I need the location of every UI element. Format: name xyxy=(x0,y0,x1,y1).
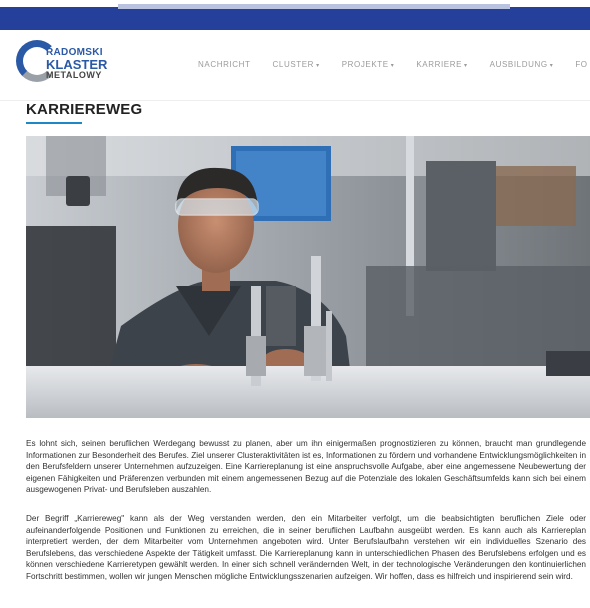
top-bar-highlight xyxy=(118,4,510,9)
nav-item-projekte[interactable]: PROJEKTE ▾ xyxy=(342,58,395,72)
main-navigation: NACHRICHT CLUSTER ▾ PROJEKTE ▾ KARRIERE ▾ A… xyxy=(198,58,590,72)
nav-item-karriere[interactable]: KARRIERE ▾ xyxy=(416,58,467,72)
nav-item-label: KARRIERE xyxy=(416,60,463,69)
nav-item-label: FO xyxy=(575,60,588,69)
hero-image xyxy=(26,136,590,418)
site-logo[interactable]: RADOMSKI KLASTER METALOWY xyxy=(16,37,107,89)
worker-lab-photo-icon xyxy=(26,136,590,418)
page-title: KARRIEREWEG xyxy=(26,101,143,118)
nav-item-ausbildung[interactable]: AUSBILDUNG ▾ xyxy=(490,58,554,72)
nav-item-nachricht[interactable]: NACHRICHT xyxy=(198,58,251,72)
title-underline xyxy=(26,122,82,124)
nav-item-label: PROJEKTE xyxy=(341,60,389,69)
logo-text-line3: METALOWY xyxy=(46,70,102,80)
nav-item-cluster[interactable]: CLUSTER ▾ xyxy=(273,58,320,72)
nav-item-fo[interactable]: FO xyxy=(575,58,587,72)
intro-paragraph: Es lohnt sich, seinen beruflichen Werdeg… xyxy=(26,439,586,495)
nav-item-label: AUSBILDUNG xyxy=(489,60,548,69)
top-bar xyxy=(0,7,590,30)
chevron-down-icon: ▾ xyxy=(464,63,468,69)
chevron-down-icon: ▾ xyxy=(316,63,320,69)
definition-paragraph: Der Begriff „Karriereweg" kann als der W… xyxy=(26,514,586,581)
nav-item-label: CLUSTER xyxy=(272,60,315,69)
chevron-down-icon: ▾ xyxy=(390,63,395,69)
chevron-down-icon: ▾ xyxy=(549,63,554,69)
nav-item-label: NACHRICHT xyxy=(198,60,251,69)
